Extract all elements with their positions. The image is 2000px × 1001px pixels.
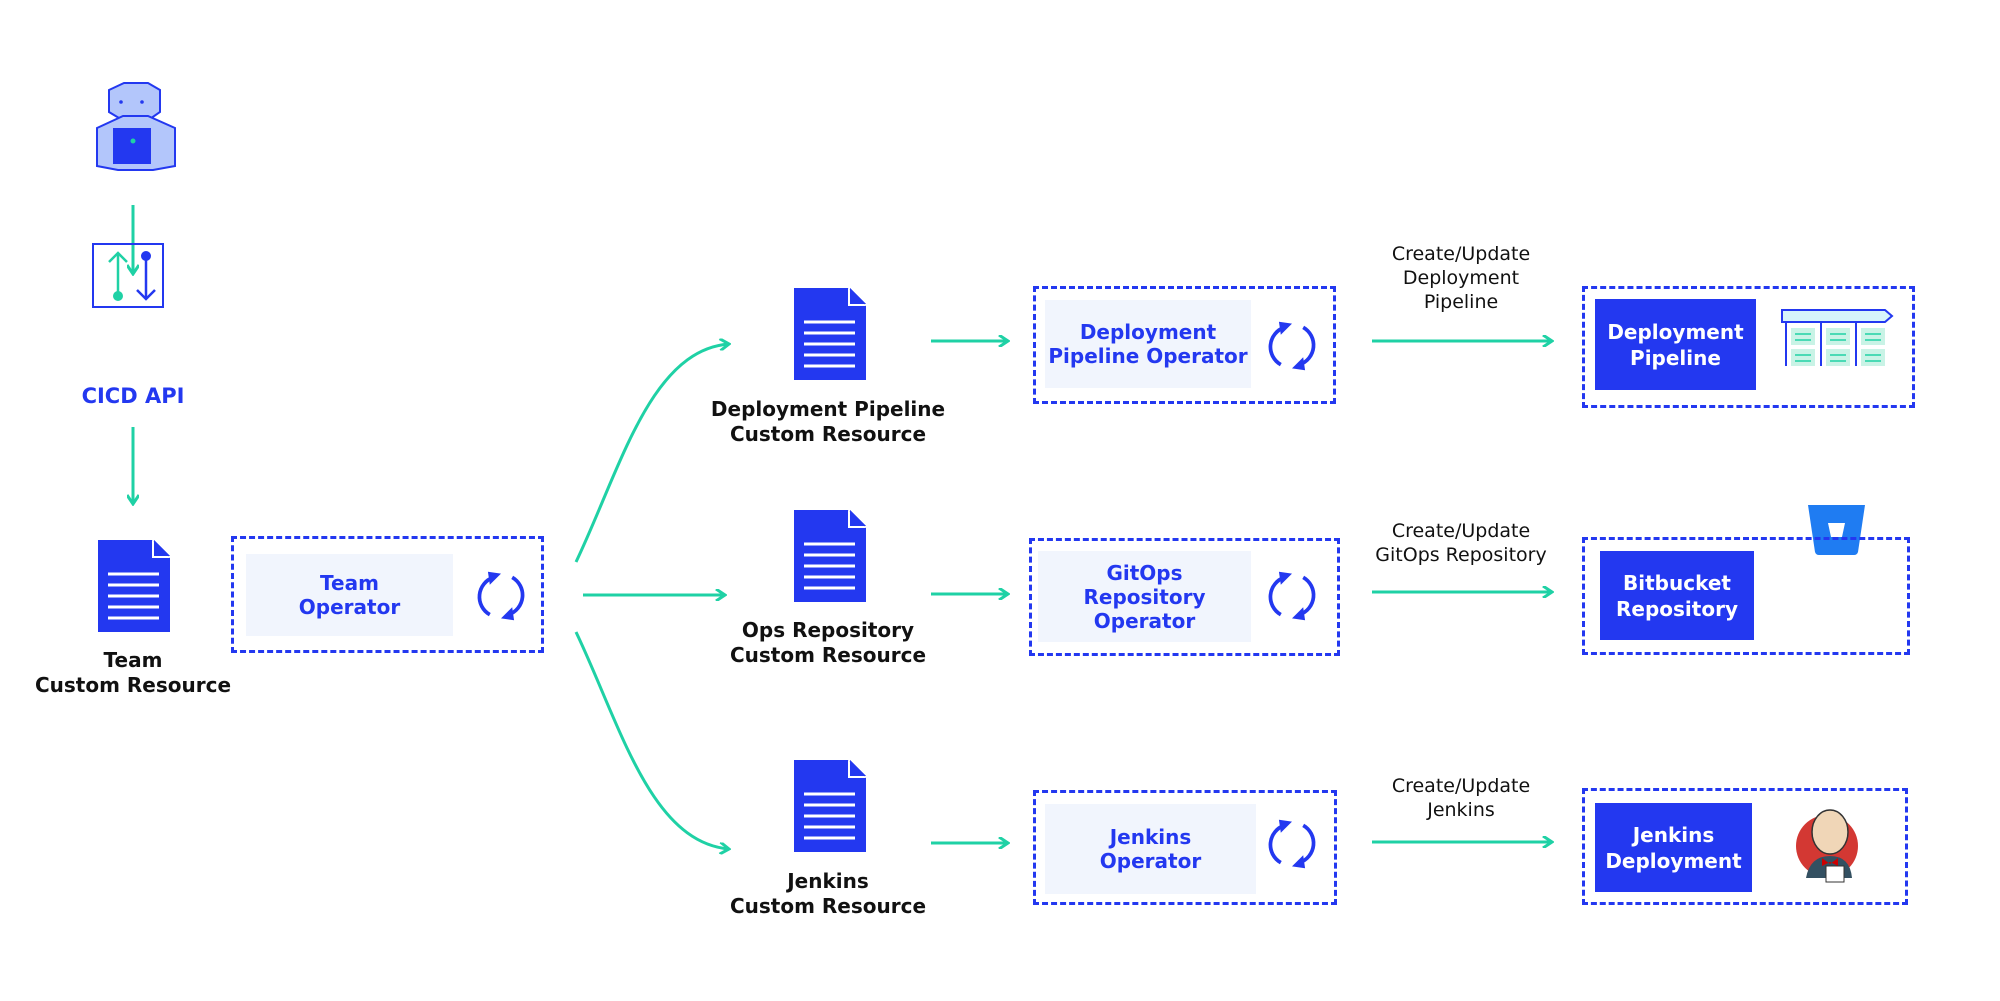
ops-cr-label: Ops Repository Custom Resource: [729, 618, 927, 667]
pipeline-cr-document-icon: [794, 288, 866, 380]
team-cr-label: Team Custom Resource: [34, 648, 232, 697]
developer-user-icon: [96, 82, 176, 171]
api-arrows-icon: [92, 243, 164, 308]
deployment-pipeline-box: Deployment Pipeline: [1595, 299, 1756, 390]
jenkins-cr-document-icon: [794, 760, 866, 852]
jenkins-action-label: Create/Update Jenkins: [1391, 775, 1531, 821]
cicd-api-label: CICD API: [81, 384, 185, 408]
pipeline-operator-box: Deployment Pipeline Operator: [1045, 300, 1251, 388]
arrow-team-to-pipeline-cr: [574, 344, 729, 563]
team-operator-box: Team Operator: [246, 554, 453, 636]
gitops-action-label: Create/Update GitOps Repository: [1375, 520, 1547, 566]
jenkins-operator-box: Jenkins Operator: [1045, 804, 1256, 894]
pipeline-cr-label: Deployment Pipeline Custom Resource: [710, 397, 946, 446]
jenkins-cr-label: Jenkins Custom Resource: [729, 869, 927, 918]
ops-cr-document-icon: [794, 510, 866, 602]
team-cr-document-icon: [97, 540, 171, 632]
arrow-team-to-jenkins-cr: [574, 631, 729, 849]
cicd-operator-diagram: CICD API Team Custom Resource Team Opera…: [0, 0, 2000, 1001]
jenkins-deployment-box: Jenkins Deployment: [1595, 803, 1752, 892]
gitops-operator-box: GitOps Repository Operator: [1038, 551, 1251, 642]
bitbucket-repository-box: Bitbucket Repository: [1600, 551, 1754, 640]
pipeline-action-label: Create/Update Deployment Pipeline: [1391, 243, 1531, 313]
